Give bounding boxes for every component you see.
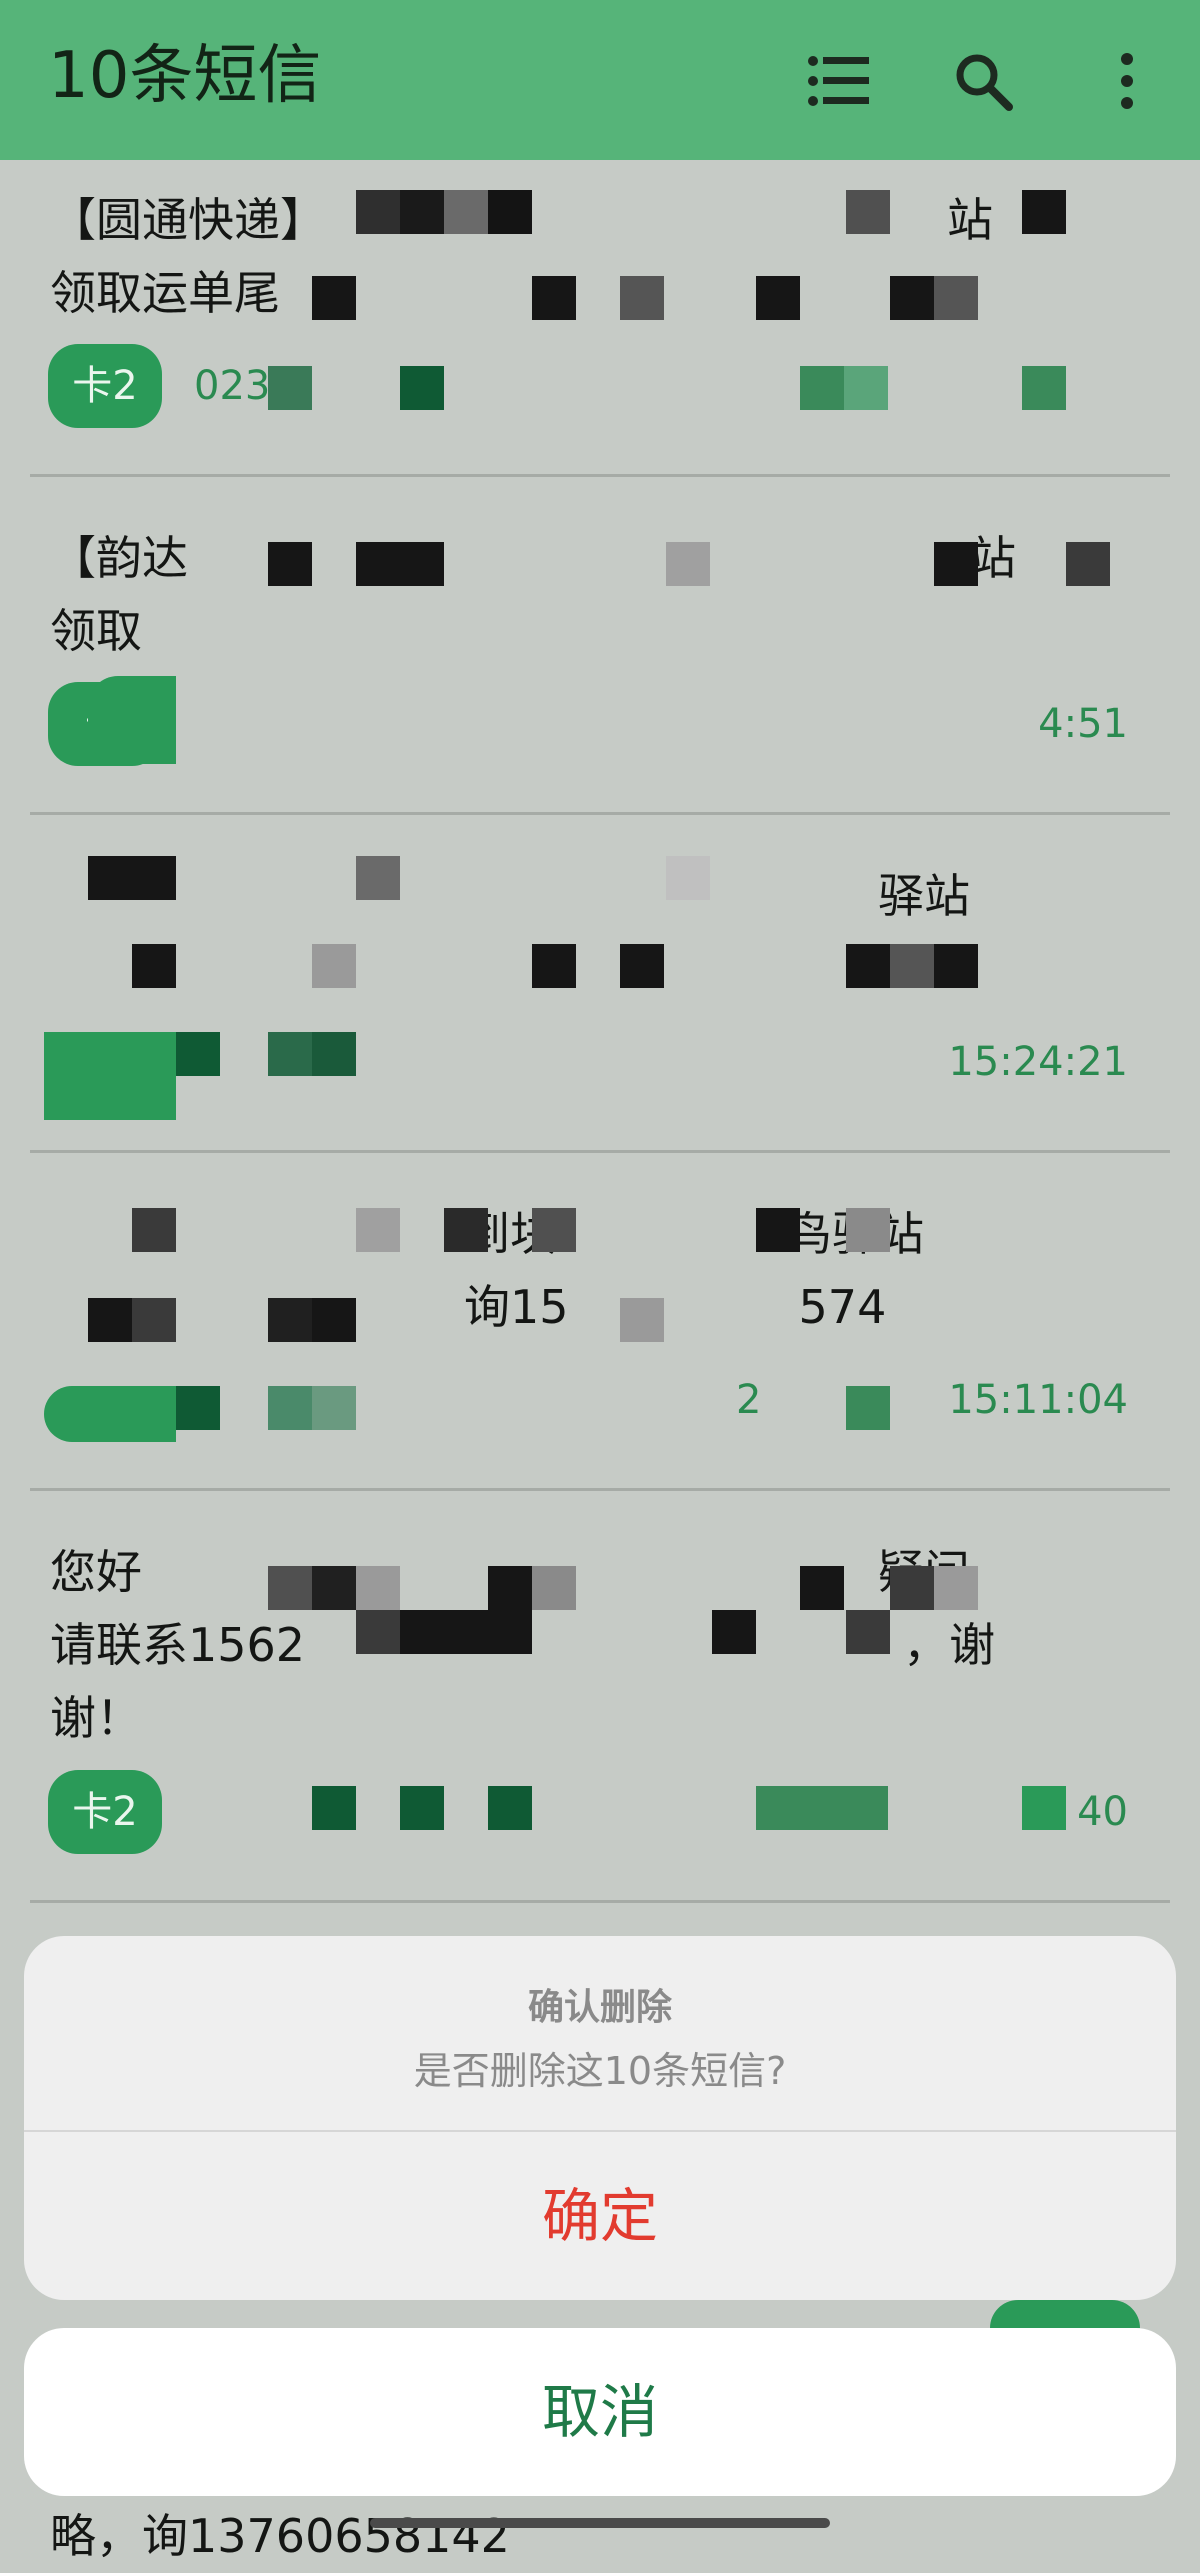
more-vert-icon[interactable] [1082, 36, 1172, 126]
confirm-button[interactable]: 确定 [24, 2132, 1176, 2300]
message-text-behind: 略，询13760658142 [50, 2509, 510, 2563]
message-meta: 卡2 023 [48, 344, 1128, 428]
message-text: 到块 鸟驿站 询15 574 [464, 1207, 924, 1334]
dialog-title: 确认删除 [527, 1987, 672, 2028]
message-number: 2 [736, 1377, 762, 1423]
home-indicator[interactable] [370, 2518, 830, 2528]
message-number: 023 [194, 363, 271, 409]
page-title: 10条短信 [48, 39, 322, 113]
divider [30, 1488, 1170, 1491]
sim-badge: 卡2 [48, 1770, 162, 1854]
divider [30, 812, 1170, 815]
search-icon[interactable] [938, 36, 1028, 126]
cancel-button[interactable]: 取消 [24, 2328, 1176, 2496]
message-time: 15:11:04 [948, 1377, 1128, 1423]
background-accent [990, 2300, 1140, 2328]
app-bar: 10条短信 [0, 0, 1200, 160]
divider [30, 1900, 1170, 1903]
sim-badge: 卡2 [48, 344, 162, 428]
message-time: 15:24:21 [948, 1039, 1128, 1085]
divider [30, 1150, 1170, 1153]
message-time: 4:51 [1038, 701, 1128, 747]
list-icon[interactable] [794, 36, 884, 126]
confirm-delete-dialog: 确认删除 是否删除这10条短信? 确定 [24, 1936, 1176, 2300]
message-meta: 卡2 40 [48, 1770, 1128, 1854]
message-time: 40 [1077, 1789, 1128, 1835]
dialog-message: 是否删除这10条短信? [413, 2049, 787, 2093]
divider [30, 474, 1170, 477]
